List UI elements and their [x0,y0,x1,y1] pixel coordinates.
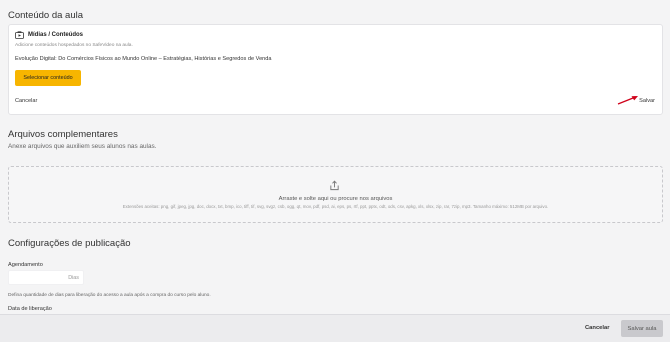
file-dropzone[interactable]: Arraste e solte aqui ou procure nos arqu… [8,166,663,223]
lesson-content-title: Conteúdo da aula [8,10,84,21]
media-label: Mídias / Conteúdos [28,32,84,38]
annotation-arrow-icon [617,96,638,105]
schedule-help-text: Defina quantidade de dias para liberação… [8,293,211,298]
complementary-files-title: Arquivos complementares [8,129,118,140]
dropzone-text: Arraste e solte aqui ou procure nos arqu… [278,196,393,202]
days-suffix: Dias [68,275,79,281]
select-content-button[interactable]: Selecionar conteúdo [15,70,81,86]
media-icon [15,31,24,39]
media-header: Mídias / Conteúdos [15,31,83,39]
selected-lesson-title: Evolução Digital: Do Comércios Físicos a… [15,56,272,62]
days-input[interactable]: Dias [8,270,84,285]
footer-cancel-button[interactable]: Cancelar [585,325,610,331]
card-cancel-link[interactable]: Cancelar [15,98,37,104]
schedule-label: Agendamento [8,262,43,268]
save-lesson-button[interactable]: Salvar aula [621,320,663,337]
publication-title: Configurações de publicação [8,238,131,249]
card-save-link[interactable]: Salvar [639,98,655,104]
dropzone-extensions: Extensões aceitas: png, gif, jpeg, jpg, … [122,204,549,209]
release-date-label: Data de liberação [8,306,52,312]
media-description: Adicione conteúdos hospedados no SafeVid… [15,43,133,48]
footer-bar: Cancelar Salvar aula [0,314,670,342]
upload-icon [330,180,339,191]
media-card: Mídias / Conteúdos Adicione conteúdos ho… [8,24,663,115]
complementary-files-subtitle: Anexe arquivos que auxiliem seus alunos … [8,143,157,150]
